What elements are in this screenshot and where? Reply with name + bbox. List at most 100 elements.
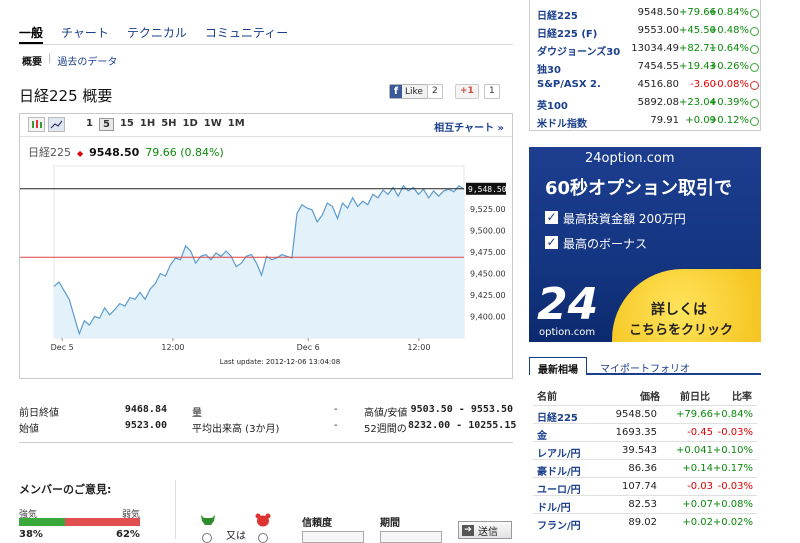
google-plus-button[interactable]: +1 [455, 84, 479, 99]
rate-value: 86.36 [628, 463, 657, 474]
tab-my-portfolio[interactable]: マイポートフォリオ [600, 360, 690, 375]
market-name[interactable]: S&P/ASX 2. [537, 79, 601, 90]
arrow-right-icon: ➔ [462, 524, 474, 536]
x-tick-label: 12:00 [407, 343, 430, 352]
submit-button[interactable]: ➔ 送信 [458, 521, 512, 539]
market-name[interactable]: 米ドル指数 [537, 115, 587, 130]
stat-label-prev-close: 前日終値 [19, 408, 59, 419]
clock-icon [750, 81, 759, 90]
clock-icon [750, 9, 759, 18]
page-title: 日経225 概要 [19, 87, 113, 105]
market-row[interactable]: 独30 7454.55 +19.43 +0.26% [537, 58, 759, 76]
tab-general[interactable]: 一般 [19, 24, 44, 44]
period-select[interactable] [380, 531, 442, 543]
bull-icon[interactable] [199, 512, 217, 531]
timeframe-1m[interactable]: 1M [228, 118, 245, 131]
rate-row[interactable]: レアル/円 39.543 +0.041 +0.10% [533, 441, 757, 460]
compare-chart-link[interactable]: 相互チャート » [434, 119, 504, 134]
rate-row[interactable]: 豪ドル/円 86.36 +0.14 +0.17% [533, 459, 757, 478]
rate-row[interactable]: ユーロ/円 107.74 -0.03 -0.03% [533, 477, 757, 496]
timeframe-1h[interactable]: 1H [140, 118, 155, 131]
rate-name[interactable]: 金 [537, 427, 547, 442]
subtab-historical[interactable]: 過去のデータ [57, 53, 117, 68]
confidence-select[interactable] [302, 531, 364, 543]
gplus-label: +1 [460, 86, 474, 96]
main-tabs: 一般 チャート テクニカル コミュニティー [19, 24, 288, 44]
timeframe-5[interactable]: 5 [98, 118, 114, 131]
last-price-label: 9,548.50 [468, 185, 507, 194]
ad-headline: 60秒オプション取引で [545, 178, 733, 199]
candlestick-icon[interactable] [28, 117, 45, 132]
rates-header-price: 価格 [640, 392, 660, 403]
market-pct: +0.48% [708, 25, 749, 36]
rate-name[interactable]: フラン/円 [537, 517, 581, 532]
subtab-overview[interactable]: 概要 [22, 53, 42, 68]
rate-name[interactable]: ユーロ/円 [537, 481, 581, 496]
bear-radio[interactable] [258, 533, 268, 543]
rate-name[interactable]: 豪ドル/円 [537, 463, 581, 478]
rate-change: -0.03 [687, 481, 713, 492]
or-label: 又は [226, 531, 246, 542]
rate-row[interactable]: 金 1693.35 -0.45 -0.03% [533, 423, 757, 442]
vote-separator [175, 480, 176, 539]
market-row[interactable]: 日経225 (F) 9553.00 +45.50 +0.48% [537, 22, 759, 40]
stat-value-prev-close: 9468.84 [124, 404, 167, 415]
gplus-count: 1 [484, 84, 500, 99]
tab-technical[interactable]: テクニカル [127, 24, 187, 44]
market-value: 9548.50 [637, 7, 679, 18]
stat-label-day-range: 高値/安値 [364, 408, 408, 419]
line-chart-icon[interactable] [48, 117, 65, 132]
market-name[interactable]: 独30 [537, 61, 561, 76]
bull-radio[interactable] [202, 533, 212, 543]
timeframe-15[interactable]: 15 [120, 118, 134, 131]
rate-row[interactable]: フラン/円 89.02 +0.02 +0.02% [533, 513, 757, 532]
rate-pct: +0.02% [712, 517, 753, 528]
market-row[interactable]: S&P/ASX 2. 4516.80 -3.60 -0.08% [537, 76, 759, 94]
rates-header-pct: 比率 [732, 392, 752, 403]
market-name[interactable]: ダウジョーンズ30 [537, 43, 620, 58]
timeframe-1w[interactable]: 1W [204, 118, 222, 131]
timeframe-1d[interactable]: 1D [183, 118, 198, 131]
rate-name[interactable]: レアル/円 [537, 445, 581, 460]
tab-community[interactable]: コミュニティー [205, 24, 288, 44]
timeframe-1[interactable]: 1 [86, 118, 93, 131]
market-value: 4516.80 [637, 79, 679, 90]
last-update-label: Last update: 2012-12-06 13:04:08 [220, 358, 340, 366]
bear-bar [65, 518, 140, 526]
market-row[interactable]: 米ドル指数 79.91 +0.09 +0.12% [537, 112, 759, 130]
timeframe-5h[interactable]: 5H [161, 118, 176, 131]
market-row[interactable]: 日経225 9548.50 +79.66 +0.84% [537, 4, 759, 22]
bear-icon[interactable] [254, 512, 272, 531]
market-row[interactable]: 英100 5892.08 +23.04 +0.39% [537, 94, 759, 112]
stat-value-52wk: 8232.00 - 10255.15 [408, 420, 517, 431]
rate-row[interactable]: ドル/円 82.53 +0.07 +0.08% [533, 495, 757, 514]
rate-name[interactable]: ドル/円 [537, 499, 571, 514]
market-name[interactable]: 日経225 [537, 7, 578, 22]
bear-percent: 62% [116, 529, 140, 540]
rate-pct: +0.17% [712, 463, 753, 474]
tab-latest-rates[interactable]: 最新相場 [529, 357, 587, 376]
rate-row[interactable]: 日経225 9548.50 +79.66 +0.84% [533, 405, 757, 424]
x-tick-label: Dec 5 [51, 343, 74, 352]
checkbox-icon: ✓ [545, 235, 558, 249]
chart-toolbar-divider [20, 136, 512, 137]
rate-name[interactable]: 日経225 [537, 409, 578, 424]
market-pct: +0.64% [708, 43, 749, 54]
facebook-like-button[interactable]: f Like [389, 84, 428, 99]
tab-chart[interactable]: チャート [61, 24, 109, 44]
ad-banner[interactable]: 24option.com 60秒オプション取引で ✓ 最高投資金額 200万円 … [529, 147, 761, 342]
market-name[interactable]: 日経225 (F) [537, 25, 597, 40]
clock-icon [750, 27, 759, 36]
rate-value: 39.543 [622, 445, 657, 456]
chart-toolbar: 1 5 15 1H 5H 1D 1W 1M 相互チャート » [20, 114, 512, 136]
market-name[interactable]: 英100 [537, 97, 568, 112]
market-row[interactable]: ダウジョーンズ30 13034.49 +82.71 +0.64% [537, 40, 759, 58]
rates-tabs: 最新相場 マイポートフォリオ [529, 357, 761, 376]
subtabs: 概要 | 過去のデータ [22, 53, 117, 68]
chart-panel: 1 5 15 1H 5H 1D 1W 1M 相互チャート » 日経225 ◆ 9… [19, 113, 513, 379]
bull-bar [19, 518, 65, 526]
rate-value: 89.02 [628, 517, 657, 528]
y-tick-label: 9,400.00 [470, 313, 506, 322]
stat-value-volume: - [334, 404, 338, 415]
y-tick-label: 9,525.00 [470, 205, 506, 214]
